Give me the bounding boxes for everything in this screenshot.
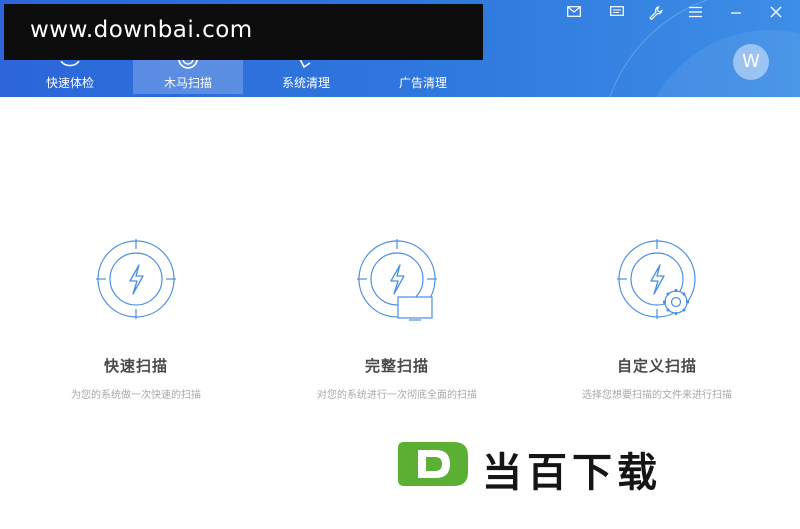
message-icon[interactable] bbox=[607, 6, 627, 22]
tab-label: 系统清理 bbox=[281, 76, 330, 90]
minimize-icon[interactable] bbox=[726, 6, 746, 22]
broom-icon bbox=[296, 58, 316, 72]
lightning-gear-icon bbox=[615, 237, 699, 321]
app-header: 快速体检 木马扫描 系统清理 广告清理 W www.downbai.com bbox=[0, 0, 800, 97]
trojan-scan-icon bbox=[177, 58, 199, 72]
tab-label: 快速体检 bbox=[45, 76, 94, 90]
scan-description: 对您的系统进行一次彻底全面的扫描 bbox=[317, 390, 477, 401]
scan-title: 自定义扫描 bbox=[616, 357, 697, 375]
tab-ad-cleanup[interactable]: 广告清理 bbox=[367, 60, 479, 94]
site-watermark: www.downbai.com bbox=[4, 4, 483, 60]
tab-trojan-scan[interactable]: 木马扫描 bbox=[133, 58, 243, 94]
scan-title: 完整扫描 bbox=[364, 357, 429, 375]
scan-description: 选择您想要扫描的文件来进行扫描 bbox=[582, 390, 732, 401]
tab-label: 木马扫描 bbox=[163, 76, 212, 90]
lightning-target-icon bbox=[94, 237, 178, 321]
tab-system-cleanup[interactable]: 系统清理 bbox=[250, 58, 362, 94]
checkup-icon bbox=[59, 58, 81, 72]
tools-icon[interactable] bbox=[646, 6, 666, 22]
close-icon[interactable] bbox=[766, 6, 786, 22]
brand-text: 当百下载 bbox=[482, 450, 662, 496]
mail-icon[interactable] bbox=[564, 6, 584, 22]
user-avatar[interactable]: W bbox=[733, 44, 769, 80]
brand-logo-icon bbox=[398, 442, 468, 486]
scan-title: 快速扫描 bbox=[103, 357, 168, 375]
tab-label: 广告清理 bbox=[398, 76, 447, 90]
scan-description: 为您的系统做一次快速的扫描 bbox=[71, 390, 201, 401]
quick-scan-option[interactable]: 快速扫描 为您的系统做一次快速的扫描 bbox=[36, 237, 236, 401]
lightning-monitor-icon bbox=[355, 237, 439, 321]
menu-icon[interactable] bbox=[685, 6, 705, 22]
tab-quick-checkup[interactable]: 快速体检 bbox=[14, 60, 126, 94]
watermark-url: www.downbai.com bbox=[30, 17, 253, 43]
custom-scan-option[interactable]: 自定义扫描 选择您想要扫描的文件来进行扫描 bbox=[557, 237, 757, 401]
full-scan-option[interactable]: 完整扫描 对您的系统进行一次彻底全面的扫描 bbox=[297, 237, 497, 401]
